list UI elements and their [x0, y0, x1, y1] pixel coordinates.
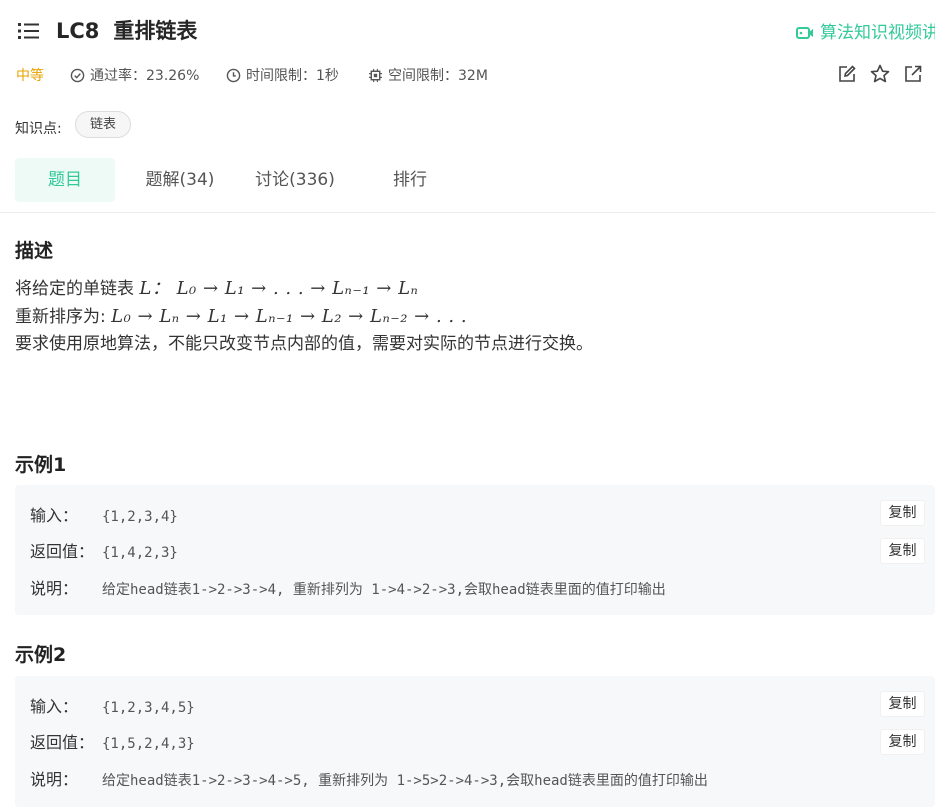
example-1-explain: 给定head链表1->2->3->4, 重新排列为 1->4->2->3,会取h…: [102, 582, 666, 598]
copy-input-button[interactable]: 复制: [880, 500, 925, 526]
difficulty-badge: 中等: [16, 68, 44, 84]
description-line-1-text: 将给定的单链表: [15, 279, 134, 299]
example-1-input: {1,2,3,4}: [102, 509, 178, 525]
memory-limit: 空间限制：32M: [368, 65, 488, 85]
example-1-heading: 示例1: [15, 454, 67, 476]
example-2-heading: 示例2: [15, 644, 67, 666]
tab-discussion[interactable]: 讨论(336): [245, 158, 345, 202]
problem-title: 重排链表: [113, 19, 198, 43]
video-camera-icon: [796, 25, 814, 45]
description-line-2-text: 重新排序为:: [15, 307, 106, 327]
copy-output-button[interactable]: 复制: [880, 729, 925, 755]
time-limit-text: 时间限制：1秒: [246, 68, 339, 84]
explain-label: 说明：: [30, 579, 79, 598]
example-2-explain: 给定head链表1->2->3->4->5, 重新排列为 1->5>2->4->…: [102, 773, 708, 789]
example-2-output: {1,5,2,4,3}: [102, 736, 195, 752]
edit-icon[interactable]: [836, 63, 858, 85]
example-1-input-row: 输入： {1,2,3,4}: [30, 502, 178, 526]
problem-meta: 中等 通过率：23.26% 时间限制：1秒 空间限制：32M: [16, 63, 935, 85]
page-title: LC8 重排链表: [56, 15, 197, 45]
example-2-input-row: 输入： {1,2,3,4,5}: [30, 693, 195, 717]
example-1-output: {1,4,2,3}: [102, 545, 178, 561]
output-label: 返回值：: [30, 542, 95, 561]
tab-problem[interactable]: 题目: [15, 158, 115, 202]
input-label: 输入：: [30, 506, 79, 525]
example-1-explain-row: 说明： 给定head链表1->2->3->4, 重新排列为 1->4->2->3,…: [30, 575, 666, 599]
description-line-1: 将给定的单链表 L： L₀ → L₁ → . . . → Lₙ₋₁ → Lₙ: [15, 274, 418, 300]
description-heading: 描述: [15, 240, 54, 262]
tabs-divider: [0, 212, 935, 213]
external-link-icon[interactable]: [902, 63, 924, 85]
time-limit: 时间限制：1秒: [226, 65, 339, 85]
description-line-1-math: L： L₀ → L₁ → . . . → Lₙ₋₁ → Lₙ: [139, 278, 419, 299]
example-2-input: {1,2,3,4,5}: [102, 700, 195, 716]
output-label: 返回值：: [30, 733, 95, 752]
copy-output-button[interactable]: 复制: [880, 538, 925, 564]
video-course-label: 算法知识视频讲: [820, 23, 935, 43]
tab-ranking[interactable]: 排行: [360, 158, 460, 202]
description-line-2-math: L₀ → Lₙ → L₁ → Lₙ₋₁ → L₂ → Lₙ₋₂ → . . .: [111, 306, 468, 327]
example-2-output-row: 返回值： {1,5,2,4,3}: [30, 729, 195, 753]
problem-code: LC8: [56, 19, 100, 43]
description-line-2: 重新排序为: L₀ → Lₙ → L₁ → Lₙ₋₁ → L₂ → Lₙ₋₂ →…: [15, 302, 467, 327]
pass-rate-text: 通过率：23.26%: [90, 68, 200, 84]
problem-tabs: 题目 题解(34) 讨论(336) 排行: [15, 158, 935, 202]
example-2-explain-row: 说明： 给定head链表1->2->3->4->5, 重新排列为 1->5>2->…: [30, 766, 708, 790]
pass-rate: 通过率：23.26%: [70, 65, 199, 85]
list-menu-icon[interactable]: [18, 22, 40, 40]
copy-input-button[interactable]: 复制: [880, 691, 925, 717]
knowledge-label: 知识点:: [15, 121, 62, 137]
input-label: 输入：: [30, 697, 79, 716]
clock-icon: [226, 68, 241, 83]
chip-icon: [368, 68, 383, 83]
example-1-output-row: 返回值： {1,4,2,3}: [30, 538, 178, 562]
memory-limit-text: 空间限制：32M: [388, 68, 488, 84]
star-icon[interactable]: [869, 63, 891, 85]
tag-linked-list[interactable]: 链表: [75, 111, 132, 138]
page-header: LC8 重排链表 算法知识视频讲: [0, 0, 935, 60]
example-2-box: 输入： {1,2,3,4,5} 复制 返回值： {1,5,2,4,3} 复制 说明：…: [15, 676, 935, 807]
description-line-3: 要求使用原地算法，不能只改变节点内部的值，需要对实际的节点进行交换。: [15, 334, 593, 354]
check-circle-icon: [70, 68, 85, 83]
explain-label: 说明：: [30, 770, 79, 789]
tab-solutions[interactable]: 题解(34): [130, 158, 230, 202]
example-1-box: 输入： {1,2,3,4} 复制 返回值： {1,4,2,3} 复制 说明： 给定he…: [15, 485, 935, 615]
video-course-link[interactable]: 算法知识视频讲: [796, 18, 935, 45]
